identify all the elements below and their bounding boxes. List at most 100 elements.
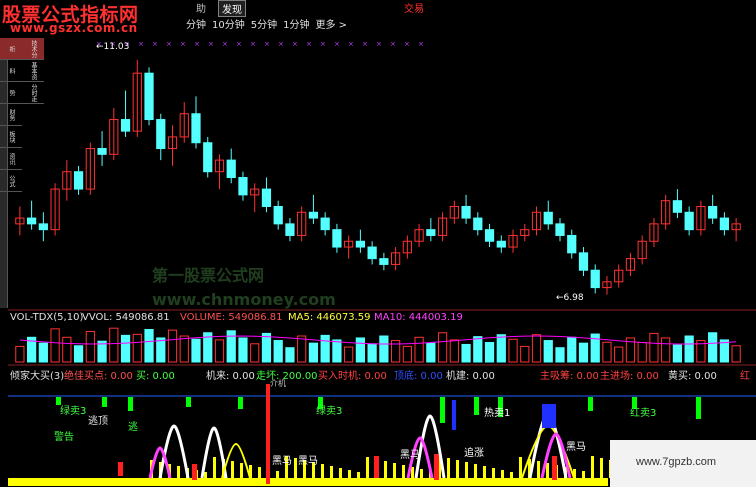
ind-best-buy: 绝佳买点: 0.00 xyxy=(64,371,133,382)
indicator-yellow-spike xyxy=(546,463,549,478)
candle-body xyxy=(355,240,365,248)
volume-bar xyxy=(355,337,365,363)
volume-bar xyxy=(261,332,272,363)
candle-body xyxy=(496,240,506,248)
signal-bar-green xyxy=(588,397,593,411)
signal-marker: × xyxy=(166,40,172,48)
volume-bar xyxy=(38,342,48,363)
vol-volume: VOLUME: 549086.81 xyxy=(180,312,283,323)
candle-body xyxy=(543,211,553,225)
signal-marker: × xyxy=(418,40,424,48)
volume-bar xyxy=(461,343,471,363)
indicator-yellow-spike xyxy=(483,466,486,478)
annot-black-horse-2: 黑马 xyxy=(298,456,318,467)
candle-body xyxy=(97,148,107,155)
volume-bar xyxy=(531,334,542,363)
volume-bar xyxy=(473,336,483,363)
vol-title[interactable]: VOL-TDX(5,10) xyxy=(10,312,83,323)
signal-marker: × xyxy=(236,40,242,48)
candle-body xyxy=(38,223,48,231)
indicator-yellow-spike xyxy=(537,461,540,478)
signal-bar-red xyxy=(266,384,270,484)
ind-zouhuai: 走坏: 200.00 xyxy=(256,371,318,382)
volume-bar xyxy=(708,332,718,363)
signal-bar-green xyxy=(128,397,133,411)
volume-bar xyxy=(320,334,330,363)
annot-black-horse-3: 黑马 xyxy=(400,450,420,461)
volume-bar xyxy=(649,332,659,363)
candle-body xyxy=(684,211,694,231)
annot-chase: 追涨 xyxy=(464,448,484,459)
candle-body xyxy=(367,246,377,260)
ind-red-edge: 红 xyxy=(740,371,750,382)
volume-bar xyxy=(73,345,84,363)
indicator-yellow-spike xyxy=(402,465,405,478)
ind-title[interactable]: 倾家大买(3) xyxy=(10,367,64,382)
candle-body xyxy=(273,205,283,225)
candle-body xyxy=(672,200,683,213)
indicator-yellow-band xyxy=(8,478,608,486)
candle-body xyxy=(379,258,389,265)
annot-red-sell: 红卖3 xyxy=(630,408,657,419)
signal-marker: × xyxy=(292,40,298,48)
volume-bar xyxy=(555,347,565,363)
volume-bar xyxy=(567,336,577,363)
indicator-yellow-spike xyxy=(294,458,297,478)
indicator-yellow-spike xyxy=(231,461,234,478)
candle-body xyxy=(461,205,471,219)
ind-tag1: 顶底: 0.00 xyxy=(394,371,443,382)
signal-marker: × xyxy=(306,40,312,48)
annot-green-sell-2: 绿卖3 xyxy=(316,406,343,417)
candle-body xyxy=(426,229,436,236)
signal-marker: × xyxy=(194,40,200,48)
indicator-yellow-spike xyxy=(339,468,342,478)
volume-bar xyxy=(520,345,530,363)
volume-bar xyxy=(109,327,119,363)
indicator-yellow-spike xyxy=(177,466,180,478)
volume-bar xyxy=(273,340,283,363)
watermark-text-cn: 第一股票公式网 xyxy=(152,266,265,285)
signal-marker: × xyxy=(404,40,410,48)
signal-bar-green xyxy=(102,397,107,407)
annot-warn: 警告 xyxy=(54,432,74,443)
volume-bar xyxy=(191,338,201,363)
indicator-yellow-spike xyxy=(519,457,522,478)
signal-marker: × xyxy=(222,40,228,48)
vol-ma10: MA10: 444003.19 xyxy=(374,312,463,323)
signal-marker: × xyxy=(208,40,214,48)
volume-bar xyxy=(297,335,307,363)
indicator-yellow-spike xyxy=(501,470,504,478)
volume-bar xyxy=(414,336,424,363)
volume-bar xyxy=(402,345,412,363)
candle-body xyxy=(120,119,131,132)
candle-body xyxy=(708,205,718,219)
indicator-yellow-spike xyxy=(591,456,594,478)
annot-escape: 逃 xyxy=(128,422,138,433)
candle-body xyxy=(238,177,248,196)
ind-buy: 买: 0.00 xyxy=(136,371,175,382)
volume-bar xyxy=(437,332,448,363)
volume-bar xyxy=(120,334,131,363)
volume-bar xyxy=(15,345,25,363)
indicator-yellow-spike xyxy=(204,472,207,478)
candle-body xyxy=(555,223,565,236)
indicator-yellow-spike xyxy=(411,467,414,478)
indicator-yellow-spike xyxy=(348,470,351,478)
signal-marker: × xyxy=(180,40,186,48)
volume-bar xyxy=(614,346,624,363)
signal-marker: × xyxy=(320,40,326,48)
signal-marker: × xyxy=(264,40,270,48)
candle-body xyxy=(156,119,166,150)
vol-vvol: VVOL: 549086.81 xyxy=(82,312,170,323)
low-price-label: ←6.98 xyxy=(556,293,584,303)
volume-bar xyxy=(238,337,248,363)
signal-marker: × xyxy=(152,40,158,48)
signal-bar-green xyxy=(440,397,445,423)
volume-bar xyxy=(496,334,506,363)
volume-bar xyxy=(85,330,95,363)
candle-body xyxy=(567,234,577,254)
indicator-yellow-spike xyxy=(213,457,216,478)
signal-marker: × xyxy=(250,40,256,48)
volume-bar xyxy=(214,339,225,363)
vol-ma5: MA5: 446073.59 xyxy=(288,312,371,323)
